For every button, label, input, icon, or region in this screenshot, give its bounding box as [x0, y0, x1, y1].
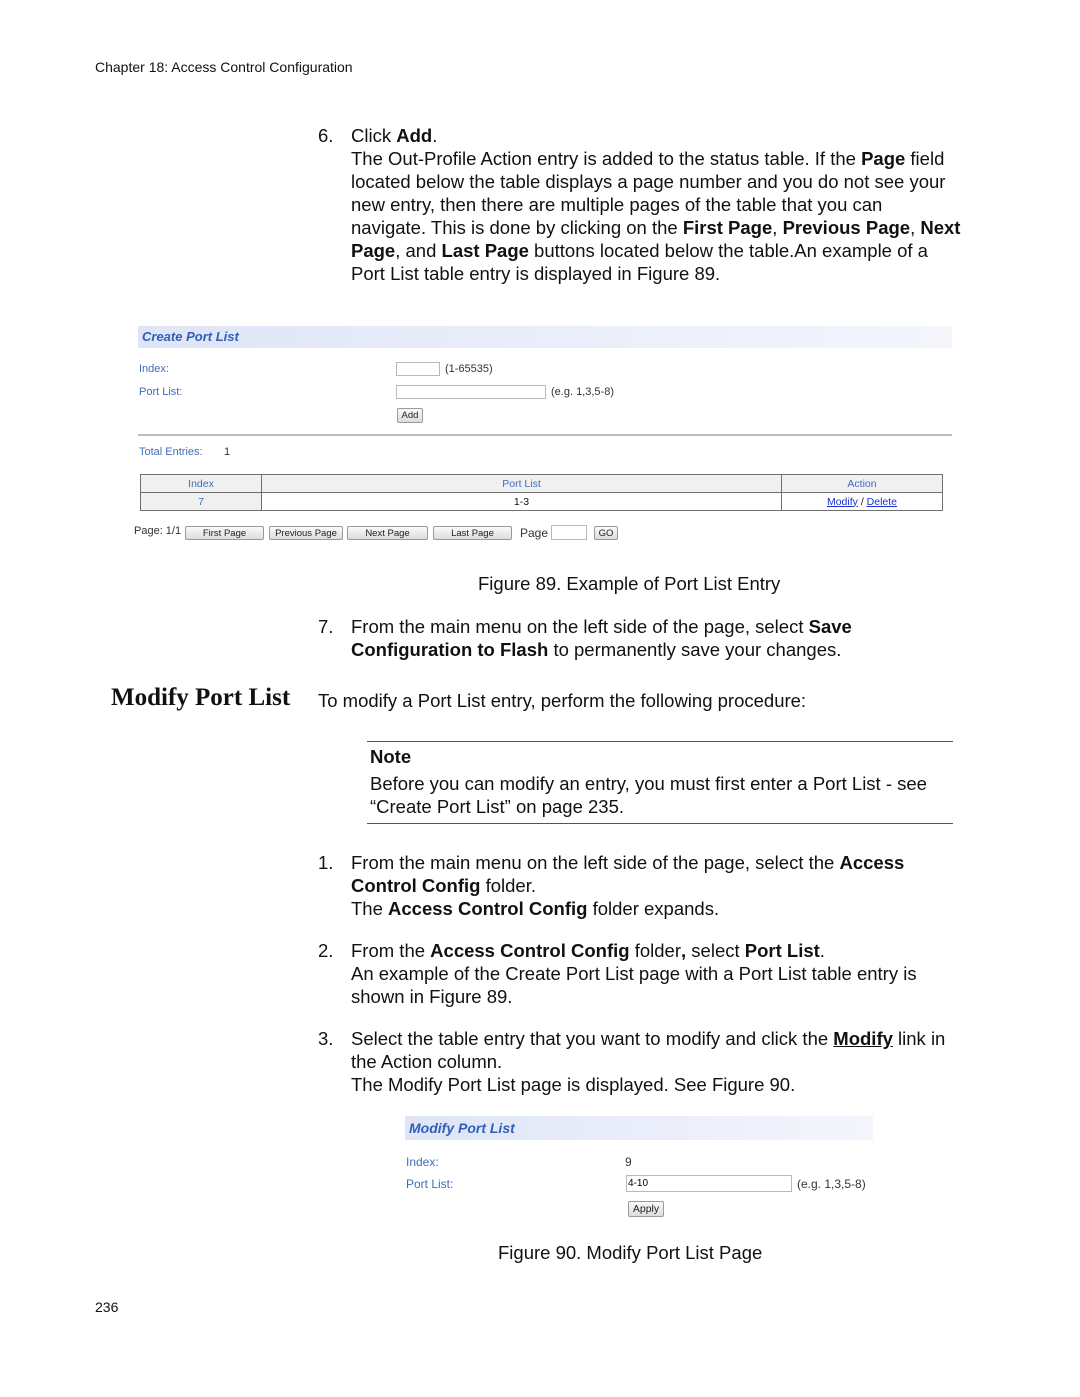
text-run: to permanently save your changes. [548, 639, 842, 660]
note-bottom-rule [367, 823, 953, 824]
text-run: , [772, 217, 783, 238]
table-header-row: Index Port List Action [140, 474, 943, 493]
next-page-button[interactable]: Next Page [347, 526, 428, 540]
delete-link[interactable]: Delete [867, 496, 897, 508]
page-number: 236 [95, 1299, 119, 1315]
last-page-button[interactable]: Last Page [433, 526, 512, 540]
modify-link[interactable]: Modify [827, 496, 858, 508]
modify-port-list-panel: Modify Port List [405, 1116, 873, 1140]
step-2-number: 2. [318, 940, 334, 961]
text-run: folder. [480, 875, 537, 896]
text-run: Select the table entry that you want to … [351, 1028, 834, 1049]
underlined-link-text: Modify [833, 1028, 893, 1049]
note-top-rule [367, 741, 953, 742]
text-run: folder [629, 940, 682, 961]
column-header-port-list: Port List [261, 474, 782, 493]
section-heading: Modify Port List [111, 684, 291, 711]
page-indicator: Page: 1/1 [134, 525, 182, 537]
divider [138, 434, 952, 436]
step-3-number: 3. [318, 1028, 334, 1049]
index-hint: (1-65535) [445, 363, 493, 375]
step-1-body: From the main menu on the left side of t… [351, 851, 961, 920]
index-label: Index: [139, 363, 169, 375]
column-header-index: Index [140, 474, 262, 493]
page-input-label: Page [520, 526, 549, 540]
text-run: folder expands. [587, 898, 720, 919]
cell-action: Modify / Delete [781, 492, 943, 511]
bold-text: Previous Page [782, 217, 911, 238]
bold-text: Last Page [441, 240, 529, 261]
step-6-number: 6. [318, 125, 334, 146]
port-list-label: Port List: [406, 1177, 454, 1191]
text-run: From the main menu on the left side of t… [351, 852, 840, 873]
step-1-number: 1. [318, 852, 334, 873]
chapter-header: Chapter 18: Access Control Configuration [95, 59, 353, 75]
bold-text: Access Control Config [388, 898, 588, 919]
note-title: Note [370, 746, 412, 767]
bold-text: Page [861, 148, 906, 169]
port-list-table: Index Port List Action 7 1-3 Modify / De… [140, 474, 943, 511]
index-label: Index: [406, 1155, 439, 1169]
text-run: From the [351, 940, 431, 961]
column-header-action: Action [781, 474, 943, 493]
bold-text: Port List [744, 940, 820, 961]
figure-89-caption: Figure 89. Example of Port List Entry [478, 573, 781, 594]
index-input[interactable] [396, 362, 440, 376]
panel-title: Create Port List [138, 326, 952, 348]
figure-90-caption: Figure 90. Modify Port List Page [498, 1242, 763, 1263]
previous-page-button[interactable]: Previous Page [269, 526, 343, 540]
text-run: An example of the Create Port List page … [351, 963, 917, 1007]
panel-title: Modify Port List [405, 1116, 873, 1140]
step-6-body: The Out-Profile Action entry is added to… [351, 147, 961, 285]
text-run: , [910, 217, 921, 238]
cell-index: 7 [140, 492, 262, 511]
table-row[interactable]: 7 1-3 Modify / Delete [140, 492, 943, 511]
bold-text: First Page [682, 217, 773, 238]
step-3-body: Select the table entry that you want to … [351, 1027, 961, 1096]
text-run: . [819, 940, 825, 961]
text-run: select [686, 940, 745, 961]
create-port-list-panel: Create Port List [138, 326, 952, 348]
text-run: , and [395, 240, 442, 261]
go-button[interactable]: GO [594, 526, 618, 540]
step-6-title: Click Add. [351, 125, 438, 146]
port-list-hint: (e.g. 1,3,5-8) [797, 1177, 866, 1191]
page-number-input[interactable] [551, 525, 587, 540]
add-button[interactable]: Add [397, 408, 423, 423]
text-run: The Out-Profile Action entry is added to… [351, 148, 862, 169]
total-entries-value: 1 [224, 446, 231, 458]
step-7-body: From the main menu on the left side of t… [351, 615, 961, 661]
step-6: Click Add. The Out-Profile Action entry … [351, 124, 961, 285]
port-list-input[interactable] [396, 385, 546, 399]
text-run: From the main menu on the left side of t… [351, 616, 809, 637]
apply-button[interactable]: Apply [628, 1201, 664, 1217]
cell-port-list: 1-3 [261, 492, 782, 511]
bold-text: Access Control Config [430, 940, 630, 961]
text-run: The Modify Port List page is displayed. … [351, 1074, 796, 1095]
section-intro: To modify a Port List entry, perform the… [318, 690, 807, 711]
port-list-hint: (e.g. 1,3,5-8) [551, 386, 614, 398]
index-value: 9 [625, 1155, 632, 1169]
text-run: The [351, 898, 389, 919]
note-text: Before you can modify an entry, you must… [370, 773, 927, 817]
port-list-label: Port List: [139, 386, 183, 398]
total-entries-label: Total Entries: [139, 446, 203, 458]
action-separator: / [860, 495, 864, 508]
step-7-number: 7. [318, 616, 334, 637]
port-list-input[interactable] [626, 1175, 792, 1192]
first-page-button[interactable]: First Page [185, 526, 264, 540]
step-2-body: From the Access Control Config folder, s… [351, 939, 961, 1008]
